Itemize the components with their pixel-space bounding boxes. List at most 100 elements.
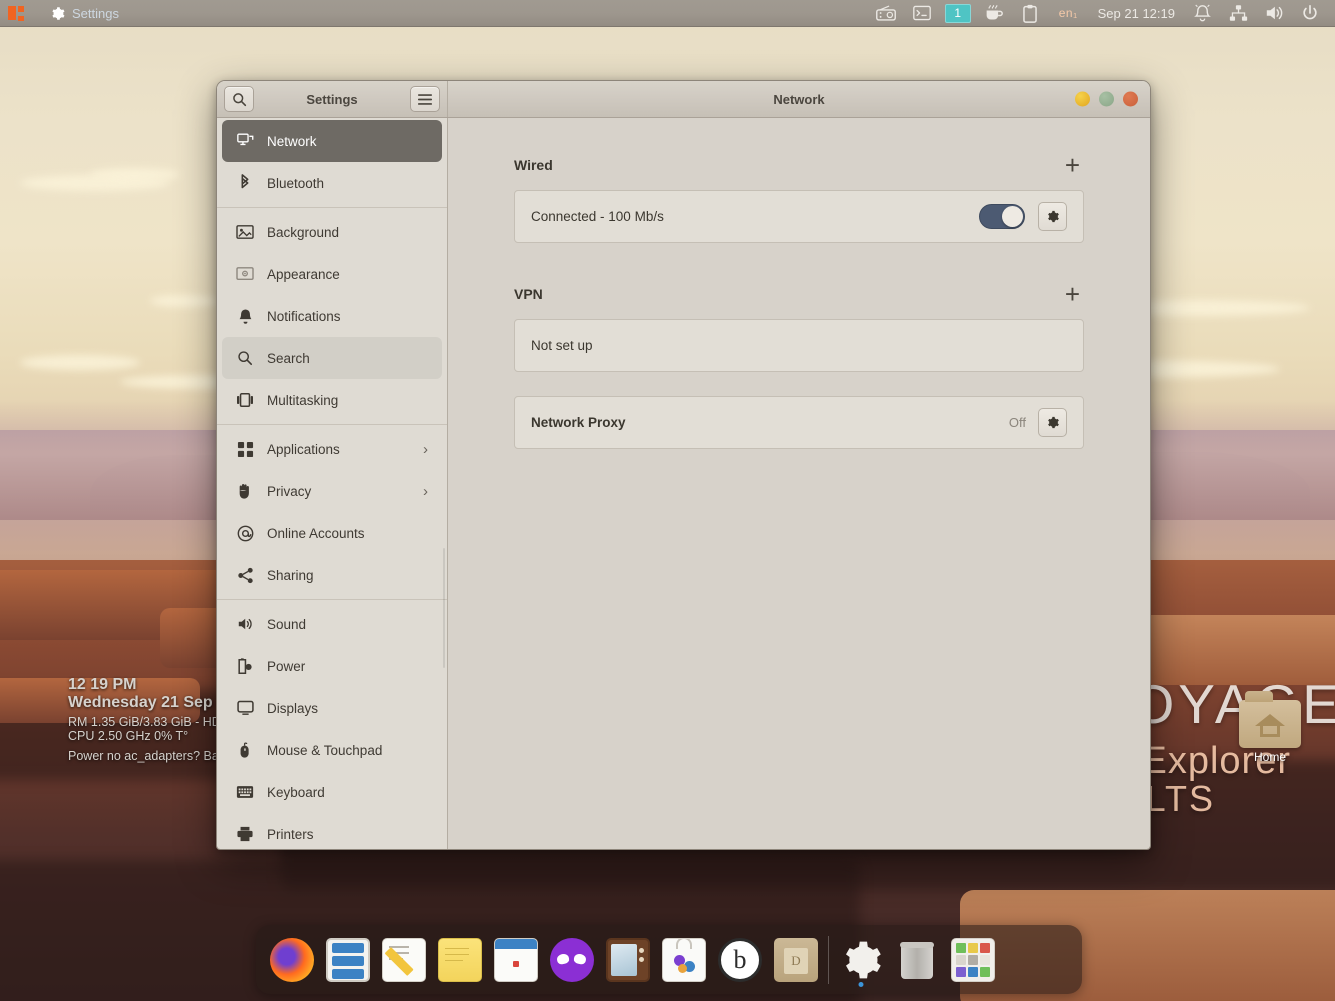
- bell-icon[interactable]: [1185, 0, 1219, 27]
- sidebar-item-background[interactable]: Background: [222, 211, 442, 253]
- network-proxy-label: Network Proxy: [531, 415, 1009, 430]
- sidebar-item-label: Applications: [267, 442, 410, 457]
- background-icon: [236, 223, 254, 241]
- gear-icon: [1045, 209, 1060, 224]
- sidebar-item-sound[interactable]: Sound: [222, 603, 442, 645]
- wired-section-title: Wired: [514, 157, 553, 173]
- dock-item-software[interactable]: [656, 932, 712, 988]
- wallpaper-title-text: OYAGE: [1131, 672, 1335, 736]
- search-icon: [236, 349, 254, 367]
- sidebar-item-label: Sharing: [267, 568, 428, 583]
- clock[interactable]: Sep 21 12:19: [1090, 6, 1183, 21]
- network-icon[interactable]: [1221, 0, 1255, 27]
- mask-icon: [550, 938, 594, 982]
- network-proxy-settings-button[interactable]: [1038, 408, 1067, 437]
- main-menu-button[interactable]: [410, 86, 440, 112]
- minimize-button[interactable]: [1075, 92, 1090, 107]
- active-app-indicator[interactable]: Settings: [50, 6, 119, 21]
- dock-item-app-grid[interactable]: [945, 932, 1001, 988]
- clipboard-icon[interactable]: [1013, 0, 1047, 27]
- workspace-indicator[interactable]: 1: [941, 0, 975, 27]
- privacy-hand-icon: [236, 482, 254, 500]
- sidebar-item-label: Online Accounts: [267, 526, 428, 541]
- sidebar-item-label: Mouse & Touchpad: [267, 743, 428, 758]
- dock-item-text-editor[interactable]: [376, 932, 432, 988]
- sidebar-scrollbar[interactable]: [443, 548, 445, 668]
- gear-icon: [839, 938, 883, 982]
- dock-item-settings[interactable]: [833, 932, 889, 988]
- dock-item-firefox[interactable]: [264, 932, 320, 988]
- dock-item-documents[interactable]: D: [768, 932, 824, 988]
- sidebar-item-sharing[interactable]: Sharing: [222, 554, 442, 596]
- app-grid-icon: [951, 938, 995, 982]
- network-proxy-row[interactable]: Network Proxy Off: [514, 396, 1084, 449]
- wired-settings-button[interactable]: [1038, 202, 1067, 231]
- mouse-icon: [236, 741, 254, 759]
- cloud: [20, 355, 140, 370]
- display-icon: [236, 699, 254, 717]
- desktop-icon-home[interactable]: Home: [1238, 700, 1302, 764]
- sidebar-item-label: Printers: [267, 827, 428, 842]
- hamburger-menu-icon: [417, 93, 433, 106]
- sidebar-item-network[interactable]: Network: [222, 120, 442, 162]
- sidebar-item-multitasking[interactable]: Multitasking: [222, 379, 442, 421]
- software-icon: [662, 938, 706, 982]
- dock-item-tv[interactable]: [600, 932, 656, 988]
- terminal-tray-icon[interactable]: [905, 0, 939, 27]
- sidebar-item-online-accounts[interactable]: Online Accounts: [222, 512, 442, 554]
- sidebar-item-keyboard[interactable]: Keyboard: [222, 771, 442, 813]
- dock-item-calendar[interactable]: [488, 932, 544, 988]
- cloud: [150, 295, 220, 307]
- sidebar-item-label: Keyboard: [267, 785, 428, 800]
- sidebar-item-mouse-touchpad[interactable]: Mouse & Touchpad: [222, 729, 442, 771]
- sidebar-item-search[interactable]: Search: [222, 337, 442, 379]
- documents-folder-icon: D: [774, 938, 818, 982]
- sidebar-item-displays[interactable]: Displays: [222, 687, 442, 729]
- dock-item-trash[interactable]: [889, 932, 945, 988]
- add-vpn-button[interactable]: +: [1061, 281, 1084, 307]
- coffee-cup-icon[interactable]: [977, 0, 1011, 27]
- dock-separator: [828, 936, 829, 984]
- vpn-row[interactable]: Not set up: [514, 319, 1084, 372]
- add-wired-connection-button[interactable]: +: [1061, 152, 1084, 178]
- search-button[interactable]: [224, 86, 254, 112]
- vpn-section-title: VPN: [514, 286, 543, 302]
- sidebar-item-notifications[interactable]: Notifications: [222, 295, 442, 337]
- sidebar-separator: [217, 207, 447, 208]
- sidebar-item-applications[interactable]: Applications ›: [222, 428, 442, 470]
- maximize-button[interactable]: [1099, 92, 1114, 107]
- dock-item-bleachbit[interactable]: b: [712, 932, 768, 988]
- top-panel: Settings 1 en₁ Sep 21 12:19: [0, 0, 1335, 27]
- window-titlebar[interactable]: Settings Network: [217, 81, 1150, 118]
- dock-item-file-manager[interactable]: [320, 932, 376, 988]
- wired-connection-toggle[interactable]: [979, 204, 1025, 229]
- keyboard-layout-indicator[interactable]: en₁: [1049, 6, 1088, 20]
- volume-icon[interactable]: [1257, 0, 1291, 27]
- power-icon[interactable]: [1293, 0, 1327, 27]
- bleachbit-icon: b: [718, 938, 762, 982]
- network-proxy-value: Off: [1009, 415, 1026, 430]
- sidebar-item-label: Sound: [267, 617, 428, 632]
- sidebar-item-label: Notifications: [267, 309, 428, 324]
- radio-tray-icon[interactable]: [869, 0, 903, 27]
- ubuntu-menu-icon[interactable]: [8, 5, 26, 21]
- wired-connection-row[interactable]: Connected - 100 Mb/s: [514, 190, 1084, 243]
- printer-icon: [236, 825, 254, 843]
- sidebar-item-bluetooth[interactable]: Bluetooth: [222, 162, 442, 204]
- vpn-section-header: VPN +: [514, 281, 1084, 307]
- sidebar-item-privacy[interactable]: Privacy ›: [222, 470, 442, 512]
- dock-item-mask-app[interactable]: [544, 932, 600, 988]
- sidebar-item-power[interactable]: Power: [222, 645, 442, 687]
- sidebar-item-appearance[interactable]: Appearance: [222, 253, 442, 295]
- conky-ram: RM 1.35 GiB/3.83 GiB - HD: [68, 715, 222, 729]
- dock-item-notes[interactable]: [432, 932, 488, 988]
- close-button[interactable]: [1123, 92, 1138, 107]
- settings-sidebar[interactable]: Network Bluetooth Background Appearan: [217, 118, 448, 849]
- share-icon: [236, 566, 254, 584]
- sidebar-item-printers[interactable]: Printers: [222, 813, 442, 849]
- conky-power: Power no ac_adapters? Bat: [68, 749, 222, 763]
- battery-icon: [236, 657, 254, 675]
- search-icon: [232, 92, 247, 107]
- conky-time: 12 19 PM: [68, 676, 222, 694]
- text-editor-icon: [382, 938, 426, 982]
